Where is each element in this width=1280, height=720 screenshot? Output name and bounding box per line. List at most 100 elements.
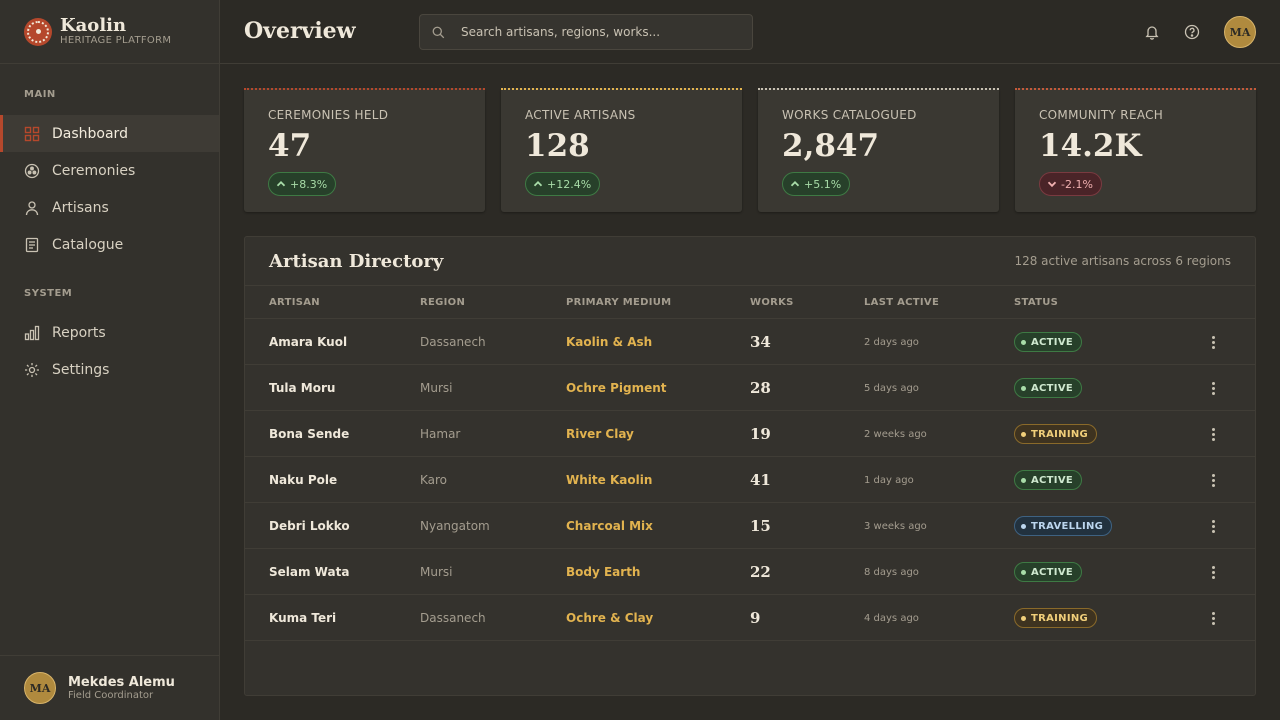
sidebar-item-label: Settings	[52, 361, 110, 378]
artisan-works: 19	[750, 425, 771, 443]
table-row[interactable]: Kuma Teri Dassanech Ochre & Clay 9 4 day…	[245, 595, 1255, 641]
trend-value: +5.1%	[804, 177, 842, 191]
stat-label: CEREMONIES HELD	[268, 108, 389, 122]
table-row[interactable]: Amara Kuol Dassanech Kaolin & Ash 34 2 d…	[245, 319, 1255, 365]
more-options-icon[interactable]	[1205, 503, 1221, 549]
column-header-status[interactable]: STATUS	[1014, 297, 1058, 308]
stat-accent	[1015, 88, 1256, 90]
table-row[interactable]: Debri Lokko Nyangatom Charcoal Mix 15 3 …	[245, 503, 1255, 549]
more-options-icon[interactable]	[1205, 549, 1221, 595]
sidebar-item-label: Reports	[52, 324, 106, 341]
sidebar-item-artisans[interactable]: Artisans	[0, 189, 219, 226]
header-avatar[interactable]: MA	[1224, 16, 1256, 48]
more-options-icon[interactable]	[1205, 457, 1221, 503]
sidebar: Kaolin HERITAGE PLATFORM MAIN Dashboard …	[0, 0, 220, 720]
artisan-region: Karo	[420, 473, 448, 487]
search-input[interactable]	[461, 25, 741, 39]
artisan-medium[interactable]: Kaolin & Ash	[566, 319, 652, 365]
user-name: Mekdes Alemu	[68, 674, 175, 690]
stat-accent	[501, 88, 742, 90]
artisan-medium[interactable]: Ochre & Clay	[566, 595, 653, 641]
more-options-icon[interactable]	[1205, 595, 1221, 641]
artisan-name[interactable]: Debri Lokko	[269, 503, 350, 549]
user-icon	[24, 200, 40, 216]
brand[interactable]: Kaolin HERITAGE PLATFORM	[0, 0, 219, 64]
bell-icon[interactable]	[1144, 24, 1160, 40]
artisan-medium[interactable]: Body Earth	[566, 549, 640, 595]
avatar: MA	[24, 672, 56, 704]
column-header-region[interactable]: REGION	[420, 297, 465, 308]
chevron-up-icon	[276, 181, 286, 187]
artisan-name[interactable]: Bona Sende	[269, 411, 349, 457]
artisan-name[interactable]: Tula Moru	[269, 365, 335, 411]
user-profile[interactable]: MA Mekdes Alemu Field Coordinator	[0, 655, 219, 720]
search-box[interactable]	[419, 14, 753, 50]
artisan-name[interactable]: Kuma Teri	[269, 595, 336, 641]
chevron-up-icon	[533, 181, 543, 187]
sidebar-item-label: Catalogue	[52, 236, 124, 253]
brand-subtitle: HERITAGE PLATFORM	[60, 35, 172, 46]
sidebar-item-catalogue[interactable]: Catalogue	[0, 226, 219, 263]
trend-value: -2.1%	[1061, 177, 1093, 191]
column-header-medium[interactable]: PRIMARY MEDIUM	[566, 297, 671, 308]
sidebar-item-label: Artisans	[52, 199, 109, 216]
user-role: Field Coordinator	[68, 689, 154, 701]
stat-card-ceremonies: CEREMONIES HELD 47 +8.3%	[244, 88, 485, 212]
artisan-name[interactable]: Naku Pole	[269, 457, 337, 503]
artisan-works: 15	[750, 517, 771, 535]
directory-summary: 128 active artisans across 6 regions	[1014, 254, 1231, 268]
trend-badge: +5.1%	[782, 172, 851, 196]
artisan-region: Mursi	[420, 565, 453, 579]
artisan-name[interactable]: Amara Kuol	[269, 319, 347, 365]
stat-value: 47	[268, 128, 312, 164]
more-options-icon[interactable]	[1205, 365, 1221, 411]
trend-badge: -2.1%	[1039, 172, 1102, 196]
help-icon[interactable]	[1184, 24, 1200, 40]
table-row[interactable]: Tula Moru Mursi Ochre Pigment 28 5 days …	[245, 365, 1255, 411]
artisan-region: Nyangatom	[420, 519, 490, 533]
column-header-works[interactable]: WORKS	[750, 297, 794, 308]
column-header-last-active[interactable]: LAST ACTIVE	[864, 297, 939, 308]
status-badge: ACTIVE	[1014, 332, 1082, 352]
artisan-last-active: 2 days ago	[864, 336, 919, 348]
kaolin-logo-icon	[24, 17, 52, 46]
document-icon	[24, 237, 40, 253]
gear-icon	[24, 362, 40, 378]
page-title: Overview	[244, 18, 356, 44]
artisan-medium[interactable]: Ochre Pigment	[566, 365, 667, 411]
topbar: Overview MA	[220, 0, 1280, 64]
table-row[interactable]: Selam Wata Mursi Body Earth 22 8 days ag…	[245, 549, 1255, 595]
stat-value: 14.2K	[1039, 128, 1142, 164]
chevron-down-icon	[1047, 181, 1057, 188]
more-options-icon[interactable]	[1205, 319, 1221, 365]
sidebar-item-dashboard[interactable]: Dashboard	[0, 115, 219, 152]
stat-label: WORKS CATALOGUED	[782, 108, 917, 122]
artisan-last-active: 1 day ago	[864, 474, 914, 486]
artisan-works: 22	[750, 563, 771, 581]
sidebar-item-settings[interactable]: Settings	[0, 351, 219, 388]
trend-badge: +8.3%	[268, 172, 337, 196]
artisan-medium[interactable]: White Kaolin	[566, 457, 652, 503]
status-badge: ACTIVE	[1014, 562, 1082, 582]
nav-section-system: SYSTEM	[24, 288, 73, 299]
artisan-works: 34	[750, 333, 771, 351]
table-row[interactable]: Naku Pole Karo White Kaolin 41 1 day ago…	[245, 457, 1255, 503]
sidebar-item-ceremonies[interactable]: Ceremonies	[0, 152, 219, 189]
stat-value: 128	[525, 128, 590, 164]
artisan-medium[interactable]: Charcoal Mix	[566, 503, 653, 549]
artisan-medium[interactable]: River Clay	[566, 411, 634, 457]
stat-label: COMMUNITY REACH	[1039, 108, 1164, 122]
artisan-region: Dassanech	[420, 335, 486, 349]
table-row[interactable]: Bona Sende Hamar River Clay 19 2 weeks a…	[245, 411, 1255, 457]
artisan-last-active: 8 days ago	[864, 566, 919, 578]
nav-section-main: MAIN	[24, 89, 56, 100]
trend-value: +8.3%	[290, 177, 328, 191]
artisan-name[interactable]: Selam Wata	[269, 549, 349, 595]
grid-icon	[24, 126, 40, 142]
artisan-last-active: 5 days ago	[864, 382, 919, 394]
directory-title: Artisan Directory	[269, 251, 444, 272]
column-header-artisan[interactable]: ARTISAN	[269, 297, 320, 308]
sidebar-item-reports[interactable]: Reports	[0, 314, 219, 351]
artisan-works: 28	[750, 379, 771, 397]
more-options-icon[interactable]	[1205, 411, 1221, 457]
